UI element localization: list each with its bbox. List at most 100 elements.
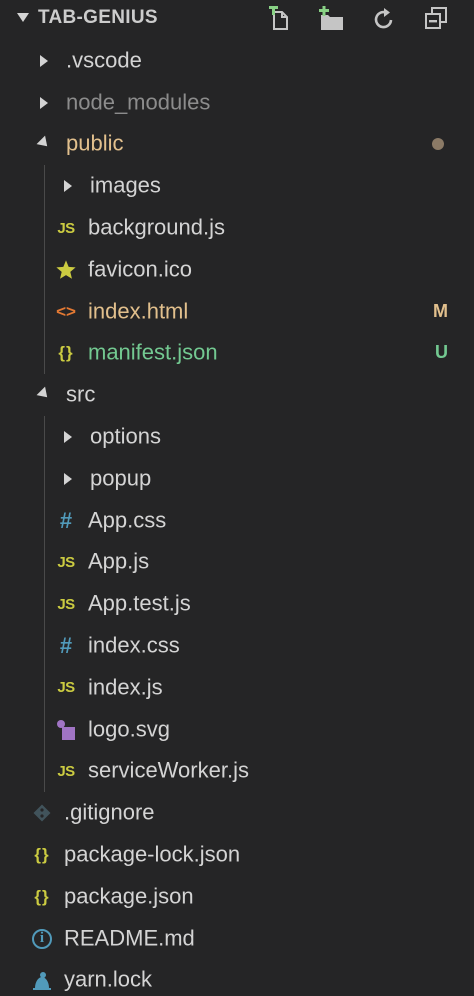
git-icon (30, 801, 54, 825)
chevron-right-icon[interactable] (62, 430, 74, 444)
chevron-right-icon[interactable] (38, 54, 50, 68)
collapsed-arrow (64, 472, 72, 485)
modified-dot-icon (432, 138, 444, 151)
file-label: .gitignore (64, 799, 155, 825)
new-file-icon (269, 6, 288, 30)
git-status-badge: M (433, 300, 448, 321)
js-icon-glyph: JS (57, 595, 75, 613)
js-icon: JS (54, 676, 78, 700)
svg-icon (54, 718, 78, 742)
tree-file-row[interactable]: # App.css (0, 500, 474, 542)
file-label: index.js (88, 674, 163, 700)
tree-file-row[interactable]: {} package-lock.json (0, 834, 474, 876)
js-icon-glyph: JS (57, 762, 75, 780)
json-icon-glyph: {} (34, 845, 50, 865)
css-icon-glyph: # (59, 507, 73, 533)
tree-folder-row[interactable]: options (0, 416, 474, 458)
chevron-down-icon[interactable] (36, 135, 52, 151)
folder-label: popup (90, 465, 152, 491)
folder-label: options (90, 423, 161, 449)
file-label: package.json (64, 883, 194, 909)
css-icon: # (54, 507, 78, 533)
css-icon-glyph: # (59, 633, 73, 659)
tree-file-row[interactable]: logo.svg (0, 709, 474, 751)
js-icon-glyph: JS (57, 553, 75, 571)
tree-folder-row[interactable]: images (0, 165, 474, 207)
expanded-arrow (36, 135, 52, 151)
tree-file-row[interactable]: # index.css (0, 625, 474, 667)
tree-file-row[interactable]: JS background.js (0, 207, 474, 249)
file-label: README.md (64, 925, 195, 951)
file-label: yarn.lock (64, 966, 153, 992)
file-label: App.js (88, 548, 150, 574)
chevron-right-icon[interactable] (62, 179, 74, 193)
new-file-button[interactable] (254, 4, 306, 34)
refresh-button[interactable] (358, 4, 410, 34)
css-icon: # (54, 633, 78, 659)
collapsed-arrow (64, 180, 72, 193)
tree-file-row[interactable]: <> index.html M (0, 291, 474, 333)
tree-file-row[interactable]: JS App.js (0, 542, 474, 584)
file-label: index.html (88, 298, 189, 324)
tree-file-row[interactable]: {} manifest.json U (0, 333, 474, 375)
js-icon: JS (54, 592, 78, 616)
json-icon: {} (30, 885, 54, 909)
yarn-icon-graphic (33, 972, 51, 991)
collapsed-arrow (64, 431, 72, 444)
collapsed-arrow (40, 96, 48, 109)
tree-folder-row[interactable]: public (0, 124, 474, 166)
html-icon: <> (54, 300, 78, 324)
tree-file-row[interactable]: JS App.test.js (0, 583, 474, 625)
folder-label: public (66, 130, 124, 156)
collapsed-arrow (40, 54, 48, 67)
file-label: logo.svg (88, 716, 170, 742)
js-icon: JS (54, 759, 78, 783)
tree-folder-row[interactable]: popup (0, 458, 474, 500)
chevron-down-icon[interactable] (36, 386, 52, 402)
chevron-right-icon[interactable] (38, 96, 50, 110)
star-icon-graphic (56, 260, 76, 279)
new-folder-icon (319, 6, 343, 30)
tree-file-row[interactable]: JS index.js (0, 667, 474, 709)
tree-file-row[interactable]: favicon.ico (0, 249, 474, 291)
collapse-all-icon (425, 7, 447, 29)
explorer-header[interactable]: TAB-GENIUS (0, 0, 474, 38)
folder-label: .vscode (66, 47, 142, 73)
tree-folder-row[interactable]: .vscode (0, 40, 474, 82)
file-label: background.js (88, 214, 225, 240)
tree-file-row[interactable]: i README.md (0, 918, 474, 960)
git-icon-graphic (33, 804, 51, 822)
workspace-title[interactable]: TAB-GENIUS (38, 7, 158, 29)
tree-folder-row[interactable]: src (0, 374, 474, 416)
tree-file-row[interactable]: .gitignore (0, 792, 474, 834)
tree-file-row[interactable]: {} package.json (0, 876, 474, 918)
json-icon: {} (54, 341, 78, 365)
star-icon (54, 258, 78, 282)
file-label: manifest.json (88, 339, 218, 365)
chevron-right-icon[interactable] (62, 472, 74, 486)
folder-label: images (90, 172, 161, 198)
tree-folder-row[interactable]: node_modules (0, 82, 474, 124)
tree-file-row[interactable]: yarn.lock (0, 960, 474, 996)
new-folder-button[interactable] (306, 4, 358, 34)
collapse-all-button[interactable] (410, 4, 462, 34)
explorer-actions (254, 4, 462, 34)
chevron-down-icon[interactable] (17, 13, 29, 22)
js-icon: JS (54, 550, 78, 574)
file-label: App.css (88, 507, 167, 533)
json-icon-glyph: {} (34, 886, 50, 906)
info-icon-glyph: i (32, 928, 52, 949)
folder-label: src (66, 381, 96, 407)
js-icon-glyph: JS (57, 219, 75, 237)
html-icon-glyph: <> (56, 301, 76, 321)
file-label: package-lock.json (64, 841, 241, 867)
json-icon-glyph: {} (58, 343, 74, 363)
git-status-badge: U (435, 342, 448, 363)
tree-file-row[interactable]: JS serviceWorker.js (0, 751, 474, 793)
json-icon: {} (30, 843, 54, 867)
explorer-panel: TAB-GENIUS .vscode node_modules public i… (0, 0, 474, 996)
js-icon-glyph: JS (57, 679, 75, 697)
yarn-icon (30, 968, 54, 992)
js-icon: JS (54, 216, 78, 240)
file-label: index.css (88, 632, 180, 658)
